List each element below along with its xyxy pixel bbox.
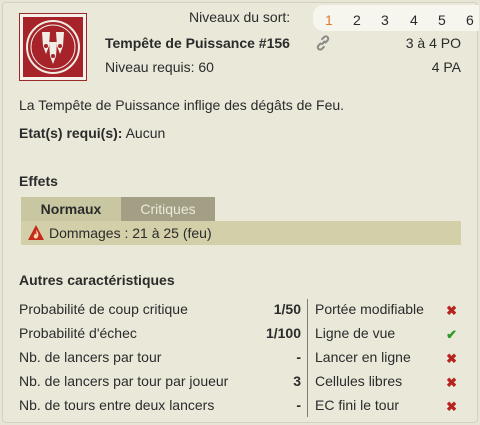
stats-right: Portée modifiable ✖ Ligne de vue ✔ Lance… (315, 298, 467, 418)
required-states: Etat(s) requi(s): Aucun (19, 125, 165, 141)
flag-row: EC fini le tour ✖ (315, 394, 467, 418)
flag-label: Ligne de vue (315, 325, 396, 341)
effects-tabs: Normaux Critiques (21, 197, 461, 221)
spell-name: Tempête de Puissance #156 (105, 35, 290, 51)
effect-row: Dommages : 21 à 25 (feu) (21, 221, 461, 245)
required-states-label: Etat(s) requi(s): (19, 125, 123, 141)
stat-value: 1/50 (273, 301, 301, 317)
flag-label: Cellules libres (315, 373, 403, 389)
required-level: Niveau requis: 60 (105, 59, 214, 75)
flag-label: Lancer en ligne (315, 349, 411, 365)
stats-left: Probabilité de coup critique 1/50 Probab… (19, 298, 307, 418)
flag-row: Cellules libres ✖ (315, 370, 467, 394)
stat-value: 3 (293, 373, 301, 389)
flag-label: Portée modifiable (315, 301, 424, 317)
flag-label: EC fini le tour (315, 397, 400, 413)
levels-label: Niveaux du sort: (189, 9, 291, 25)
stat-label: Nb. de tours entre deux lancers (19, 397, 215, 413)
level-5[interactable]: 5 (438, 12, 446, 28)
cross-icon: ✖ (446, 375, 457, 390)
flag-row: Lancer en ligne ✖ (315, 346, 467, 370)
stat-row: Nb. de lancers par tour - (19, 346, 307, 370)
stat-row: Probabilité d'échec 1/100 (19, 322, 307, 346)
cross-icon: ✖ (446, 351, 457, 366)
level-1[interactable]: 1 (325, 12, 333, 28)
stat-value: - (296, 397, 301, 413)
level-6[interactable]: 6 (466, 12, 474, 28)
level-2[interactable]: 2 (353, 12, 361, 28)
spell-icon (19, 13, 87, 81)
level-selector: 1 2 3 4 5 6 (313, 5, 479, 31)
ap-cost: 4 PA (431, 59, 461, 75)
cross-icon: ✖ (446, 399, 457, 414)
flag-row: Ligne de vue ✔ (315, 322, 467, 346)
effects-title: Effets (19, 173, 58, 189)
stat-label: Probabilité d'échec (19, 325, 137, 341)
stat-row: Probabilité de coup critique 1/50 (19, 298, 307, 322)
level-4[interactable]: 4 (410, 12, 418, 28)
fire-icon (28, 225, 44, 240)
level-3[interactable]: 3 (381, 12, 389, 28)
stat-label: Probabilité de coup critique (19, 301, 188, 317)
cross-icon: ✖ (446, 303, 457, 318)
other-characteristics-title: Autres caractéristiques (19, 272, 175, 288)
effect-text: Dommages : 21 à 25 (feu) (49, 225, 212, 241)
stat-value: - (296, 349, 301, 365)
spell-card: Niveaux du sort: 1 2 3 4 5 6 Tempête de … (2, 2, 479, 423)
stat-label: Nb. de lancers par tour par joueur (19, 373, 229, 389)
required-states-value: Aucun (125, 125, 166, 141)
tab-normal[interactable]: Normaux (21, 197, 121, 221)
tab-critical[interactable]: Critiques (121, 197, 215, 221)
spell-description: La Tempête de Puissance inflige des dégâ… (19, 97, 345, 113)
flag-row: Portée modifiable ✖ (315, 298, 467, 322)
column-divider (307, 299, 308, 417)
stat-label: Nb. de lancers par tour (19, 349, 162, 365)
stat-row: Nb. de lancers par tour par joueur 3 (19, 370, 307, 394)
stat-value: 1/100 (265, 325, 301, 341)
spell-range: 3 à 4 PO (405, 35, 461, 51)
stat-row: Nb. de tours entre deux lancers - (19, 394, 307, 418)
check-icon: ✔ (446, 327, 457, 342)
link-icon[interactable] (315, 35, 331, 54)
